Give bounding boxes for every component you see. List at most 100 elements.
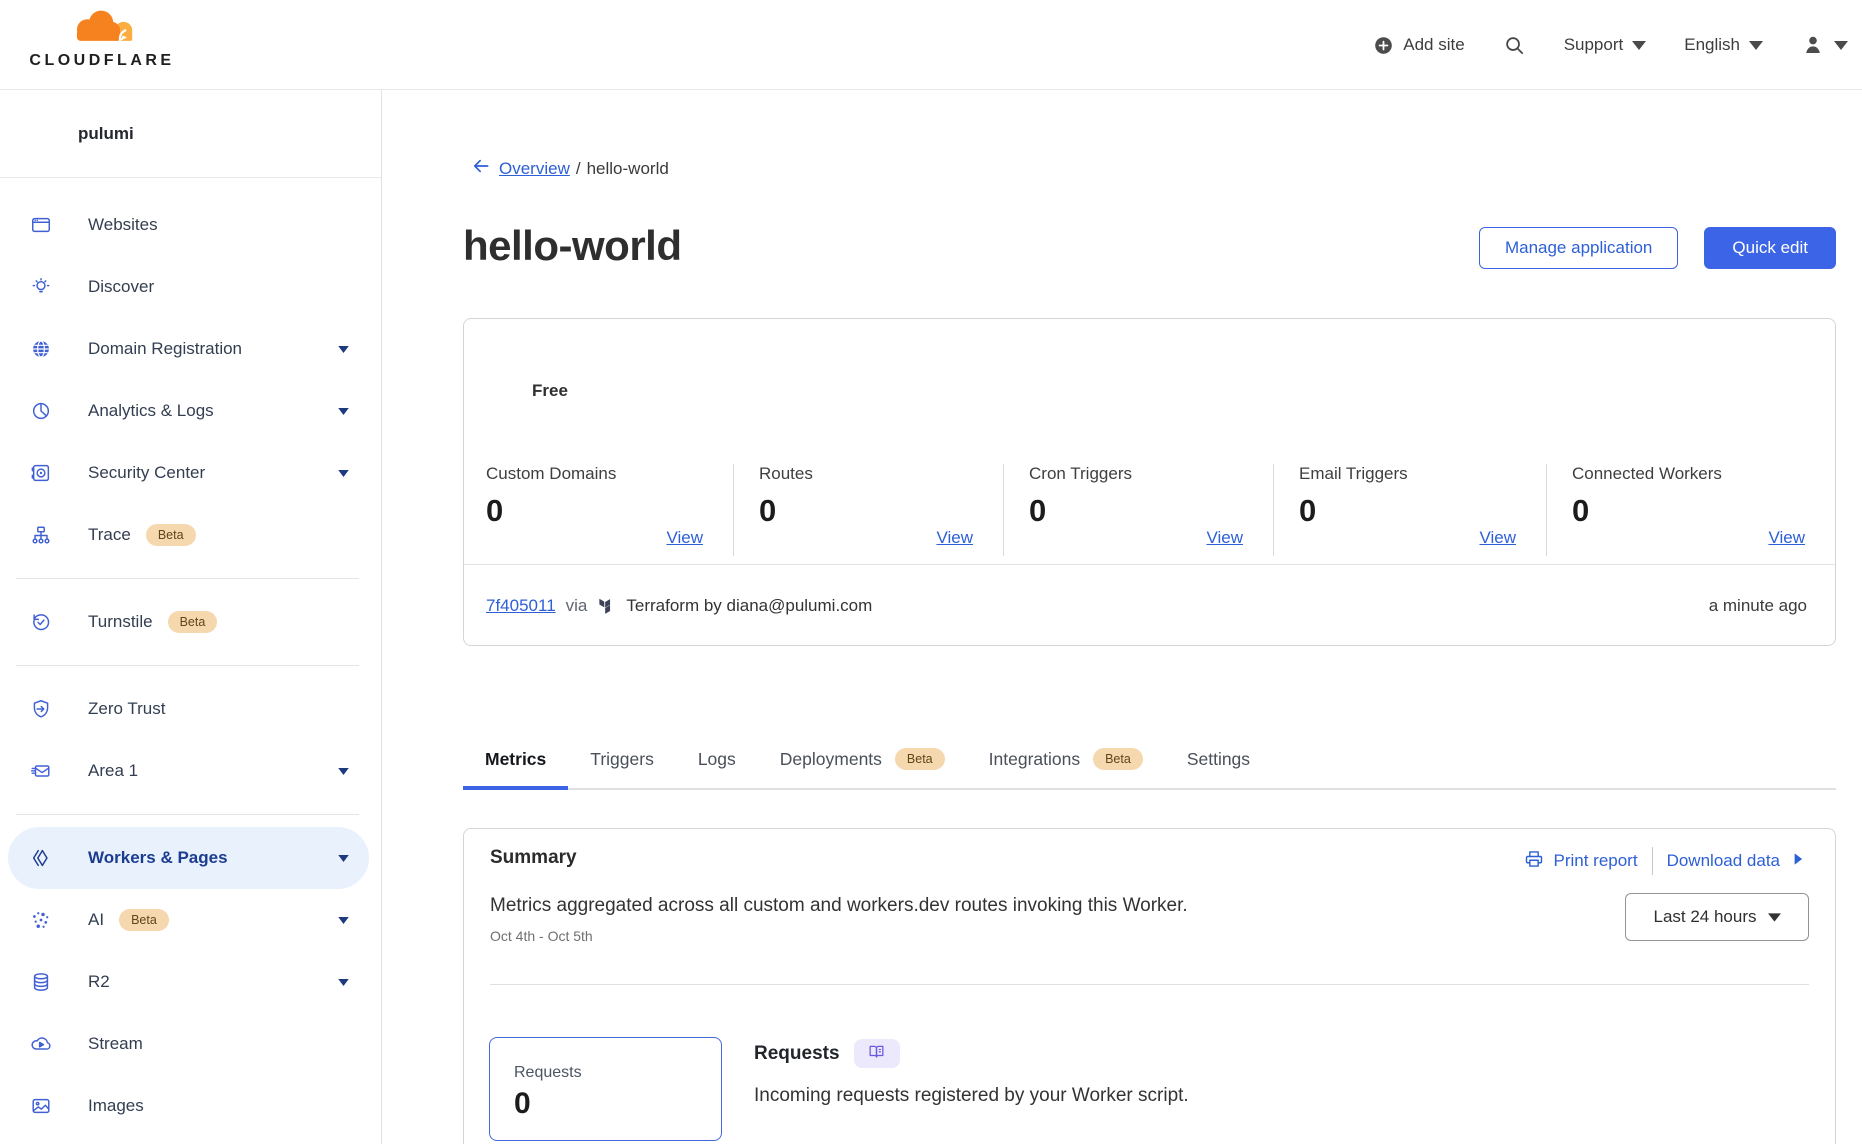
sidebar-item-discover[interactable]: Discover: [8, 256, 369, 318]
main-content: Overview / hello-world hello-world Manag…: [383, 90, 1862, 1144]
sidebar-item-domain-registration[interactable]: Domain Registration: [8, 318, 369, 380]
download-data-button[interactable]: Download data: [1667, 850, 1807, 873]
add-site-button[interactable]: Add site: [1373, 35, 1464, 56]
view-email-triggers-link[interactable]: View: [1479, 528, 1516, 548]
sidebar-item-label: Discover: [88, 277, 154, 297]
support-menu[interactable]: Support: [1564, 35, 1647, 55]
plan-name: Free: [532, 381, 568, 401]
chevron-down-icon: [338, 470, 349, 477]
sidebar-item-zero-trust[interactable]: Zero Trust: [8, 678, 369, 740]
sidebar-item-workers-pages[interactable]: Workers & Pages: [8, 827, 369, 889]
arrow-left-icon: [471, 156, 491, 181]
images-icon: [30, 1095, 52, 1117]
deployment-commit-link[interactable]: 7f405011: [486, 596, 556, 616]
stat-label: Connected Workers: [1572, 464, 1835, 484]
sidebar-item-label: Trace: [88, 525, 131, 545]
breadcrumb-back-label: Overview: [499, 159, 570, 179]
beta-badge: Beta: [119, 909, 169, 932]
divider: [1652, 847, 1653, 875]
support-label: Support: [1564, 35, 1624, 55]
requests-metric-value: 0: [514, 1087, 721, 1121]
stat-value: 0: [486, 493, 733, 529]
cloudflare-logo[interactable]: CLOUDFLARE: [22, 8, 182, 70]
sidebar-item-label: Area 1: [88, 761, 138, 781]
tab-label: Settings: [1187, 749, 1250, 770]
sidebar-item-area-1[interactable]: Area 1: [8, 740, 369, 802]
discover-icon: [30, 276, 52, 298]
beta-badge: Beta: [146, 524, 196, 547]
tab-label: Triggers: [590, 749, 654, 770]
docs-link[interactable]: [854, 1039, 900, 1068]
time-range-select[interactable]: Last 24 hours: [1625, 893, 1809, 941]
divider: [16, 814, 359, 815]
view-custom-domains-link[interactable]: View: [666, 528, 703, 548]
stream-icon: [30, 1033, 52, 1055]
stat-value: 0: [1029, 493, 1273, 529]
print-report-button[interactable]: Print report: [1524, 849, 1637, 874]
breadcrumb-separator: /: [576, 159, 581, 179]
search-button[interactable]: [1503, 34, 1526, 57]
sidebar-item-label: Security Center: [88, 463, 205, 483]
sidebar-item-ai[interactable]: AI Beta: [8, 889, 369, 951]
language-menu[interactable]: English: [1684, 35, 1763, 55]
sidebar-item-security-center[interactable]: Security Center: [8, 442, 369, 504]
zero-trust-icon: [30, 698, 52, 720]
sidebar-item-label: Turnstile: [88, 612, 153, 632]
summary-card: Summary Print report Download data Metri…: [463, 828, 1836, 1144]
plan-card: Free Custom Domains0ViewRoutes0ViewCron …: [463, 318, 1836, 646]
chevron-down-icon: [338, 408, 349, 415]
account-name: pulumi: [0, 90, 381, 178]
sidebar-item-websites[interactable]: Websites: [8, 194, 369, 256]
breadcrumb: Overview / hello-world: [463, 156, 669, 181]
plus-circle-icon: [1373, 35, 1394, 56]
requests-metric-card[interactable]: Requests 0: [489, 1037, 722, 1141]
sidebar-item-images[interactable]: Images: [8, 1075, 369, 1137]
view-cron-triggers-link[interactable]: View: [1206, 528, 1243, 548]
divider: [16, 665, 359, 666]
search-icon: [1503, 34, 1526, 57]
manage-application-button[interactable]: Manage application: [1479, 227, 1678, 269]
requests-section: Requests 0 Requests Incoming requests re…: [489, 1037, 1809, 1141]
sidebar-item-label: Domain Registration: [88, 339, 242, 359]
tab-label: Logs: [698, 749, 736, 770]
ai-icon: [30, 909, 52, 931]
page-title: hello-world: [463, 222, 682, 270]
tab-integrations[interactable]: IntegrationsBeta: [967, 730, 1165, 788]
user-menu[interactable]: [1801, 33, 1848, 57]
sidebar-item-stream[interactable]: Stream: [8, 1013, 369, 1075]
sidebar-item-analytics-logs[interactable]: Analytics & Logs: [8, 380, 369, 442]
stat-custom-domains: Custom Domains 0View: [464, 464, 733, 556]
stat-cron-triggers: Cron Triggers 0View: [1003, 464, 1273, 556]
domain-registration-icon: [30, 338, 52, 360]
sidebar-item-turnstile[interactable]: TurnstileBeta: [8, 591, 369, 653]
tab-logs[interactable]: Logs: [676, 730, 758, 788]
tab-triggers[interactable]: Triggers: [568, 730, 676, 788]
quick-edit-button[interactable]: Quick edit: [1704, 227, 1836, 269]
sidebar-item-label: AI: [88, 910, 104, 930]
tab-deployments[interactable]: DeploymentsBeta: [758, 730, 967, 788]
stat-label: Cron Triggers: [1029, 464, 1273, 484]
breadcrumb-overview-link[interactable]: Overview: [471, 156, 570, 181]
printer-icon: [1524, 849, 1544, 874]
cloudflare-cloud-icon: [62, 33, 142, 50]
view-connected-workers-link[interactable]: View: [1768, 528, 1805, 548]
chevron-down-icon: [338, 346, 349, 353]
tab-metrics[interactable]: Metrics: [463, 730, 568, 788]
trace-icon: [30, 524, 52, 546]
chevron-down-icon: [1834, 41, 1848, 50]
summary-date-range: Oct 4th - Oct 5th: [490, 928, 593, 944]
stat-label: Custom Domains: [486, 464, 733, 484]
sidebar-item-trace[interactable]: Trace Beta: [8, 504, 369, 566]
sidebar-item-r2[interactable]: R2: [8, 951, 369, 1013]
tab-settings[interactable]: Settings: [1165, 730, 1272, 788]
deployment-source: Terraform by diana@pulumi.com: [626, 596, 872, 616]
view-routes-link[interactable]: View: [936, 528, 973, 548]
analytics-logs-icon: [30, 400, 52, 422]
requests-title: Requests: [754, 1043, 840, 1065]
stat-label: Routes: [759, 464, 1003, 484]
language-label: English: [1684, 35, 1740, 55]
area1-email-icon: [30, 760, 52, 782]
sidebar-nav: Websites Discover Domain Registration Analy…: [0, 178, 381, 1137]
chevron-down-icon: [1749, 41, 1763, 50]
summary-description: Metrics aggregated across all custom and…: [490, 895, 1188, 917]
